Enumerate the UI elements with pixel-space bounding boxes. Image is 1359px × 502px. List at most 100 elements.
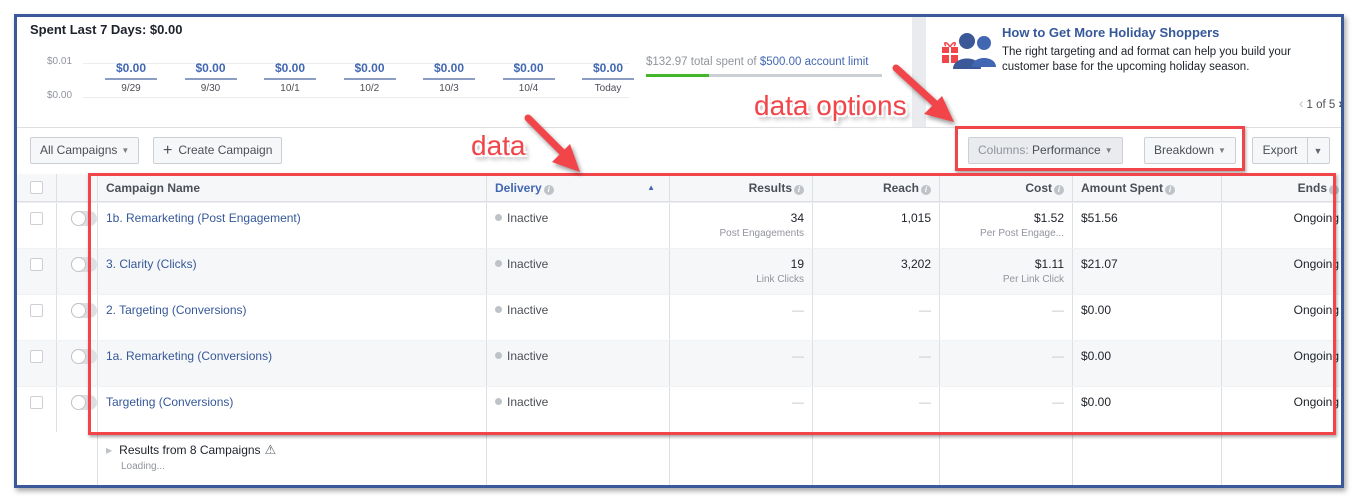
summary-expander[interactable]: ▶ Results from 8 Campaigns ⚠ [106, 442, 478, 458]
delivery-status: Inactive [507, 257, 549, 271]
ends-value: Ongoing [1293, 257, 1339, 271]
chevron-right-icon[interactable]: › [1338, 95, 1341, 111]
campaign-name-link[interactable]: 1a. Remarketing (Conversions) [106, 349, 272, 363]
bar [264, 78, 316, 80]
row-select-cell [17, 295, 57, 340]
delivery-status: Inactive [507, 211, 549, 225]
campaign-status-toggle[interactable] [71, 303, 97, 318]
campaign-status-toggle[interactable] [71, 395, 97, 410]
summary-empty-cell [17, 432, 57, 485]
delivery-cell: Inactive [487, 341, 670, 386]
status-dot-icon [495, 352, 502, 359]
bar-column[interactable]: $0.00 9/29 [101, 61, 161, 94]
row-select-cell [17, 249, 57, 294]
create-campaign-label: Create Campaign [178, 143, 273, 157]
row-toggle-cell [57, 341, 98, 386]
chevron-left-icon[interactable]: ‹ [1299, 95, 1304, 111]
row-checkbox[interactable] [30, 396, 43, 409]
bar-column[interactable]: $0.00 10/3 [419, 61, 479, 94]
campaign-status-toggle[interactable] [71, 349, 97, 364]
row-toggle-cell [57, 249, 98, 294]
bar-column[interactable]: $0.00 10/4 [499, 61, 559, 94]
gridline [83, 97, 629, 98]
header-ends[interactable]: Ends i [1222, 174, 1341, 201]
cost-cell: $1.11 Per Link Click [940, 249, 1073, 294]
spend-title: Spent Last 7 Days: $0.00 [30, 22, 183, 37]
campaign-status-toggle[interactable] [71, 211, 97, 226]
select-all-checkbox[interactable] [30, 181, 43, 194]
row-checkbox[interactable] [30, 350, 43, 363]
cost-type: Per Link Click [1002, 274, 1064, 285]
table-row[interactable]: 2. Targeting (Conversions) Inactive — — — $0.… [17, 295, 1341, 341]
status-dot-icon [495, 306, 502, 313]
info-icon[interactable]: i [794, 185, 804, 195]
expand-triangle-icon: ▶ [106, 446, 113, 455]
results-value: — [792, 395, 804, 409]
cost-value: $1.11 [1034, 257, 1064, 271]
caret-down-icon: ▼ [121, 146, 130, 155]
account-limit-link[interactable]: $500.00 account limit [760, 56, 869, 68]
delivery-cell: Inactive [487, 387, 670, 432]
caret-down-icon: ▼ [1218, 146, 1226, 155]
breakdown-dropdown[interactable]: Breakdown ▼ [1144, 137, 1236, 164]
promo-title[interactable]: How to Get More Holiday Shoppers [1002, 25, 1219, 40]
campaign-status-toggle[interactable] [71, 257, 97, 272]
header-reach[interactable]: Reach i [813, 174, 940, 201]
header-campaign-name[interactable]: Campaign Name [98, 174, 487, 201]
results-cell: 34 Post Engagements [670, 203, 813, 248]
campaign-name-cell: 1a. Remarketing (Conversions) [98, 341, 487, 386]
bar-column[interactable]: $0.00 9/30 [181, 61, 241, 94]
summary-name-cell: ▶ Results from 8 Campaigns ⚠ Loading... [98, 432, 487, 485]
header-amount-spent[interactable]: Amount Spent i [1073, 174, 1222, 201]
export-button[interactable]: Export [1253, 138, 1308, 163]
campaign-name-link[interactable]: 3. Clarity (Clicks) [106, 257, 197, 271]
bar-column[interactable]: $0.00 10/1 [260, 61, 320, 94]
table-row[interactable]: 1a. Remarketing (Conversions) Inactive — — —… [17, 341, 1341, 387]
bar-value-label: $0.00 [433, 61, 465, 75]
x-tick-label: 10/2 [359, 83, 380, 94]
header-cost[interactable]: Cost i [940, 174, 1073, 201]
delivery-status: Inactive [507, 303, 549, 317]
results-value: 34 [790, 211, 804, 225]
row-checkbox[interactable] [30, 212, 43, 225]
header-delivery[interactable]: Delivery i ▲ [487, 174, 670, 201]
columns-value: Performance [1032, 143, 1101, 157]
reach-value: 1,015 [900, 211, 931, 225]
bar-value-label: $0.00 [274, 61, 306, 75]
table-row[interactable]: Targeting (Conversions) Inactive — — — $0.00 O… [17, 387, 1341, 433]
info-icon[interactable]: i [1054, 185, 1064, 195]
summary-title: Results from 8 Campaigns [119, 443, 261, 457]
campaign-name-link[interactable]: Targeting (Conversions) [106, 395, 233, 409]
info-icon[interactable]: i [543, 185, 554, 195]
ends-cell: Ongoing [1222, 203, 1341, 248]
status-dot-icon [495, 214, 502, 221]
info-icon[interactable]: i [1165, 185, 1175, 195]
row-checkbox[interactable] [30, 258, 43, 271]
header-label: Results [748, 181, 792, 195]
info-icon[interactable]: i [1329, 185, 1339, 195]
all-campaigns-dropdown[interactable]: All Campaigns ▼ [30, 137, 140, 164]
columns-prefix: Columns: [978, 143, 1033, 157]
info-icon[interactable]: i [921, 185, 931, 195]
campaign-name-link[interactable]: 1b. Remarketing (Post Engagement) [106, 211, 301, 225]
amount-spent-cell: $0.00 [1073, 295, 1222, 340]
summary-cell [487, 432, 670, 485]
cost-value: — [1052, 303, 1064, 317]
export-menu-caret-icon[interactable]: ▼ [1308, 139, 1328, 164]
delivery-cell: Inactive [487, 295, 670, 340]
campaign-name-cell: 1b. Remarketing (Post Engagement) [98, 203, 487, 248]
ends-cell: Ongoing [1222, 249, 1341, 294]
table-row[interactable]: 1b. Remarketing (Post Engagement) Inactiv… [17, 203, 1341, 249]
row-checkbox[interactable] [30, 304, 43, 317]
amount-spent-value: $0.00 [1081, 395, 1112, 409]
columns-dropdown[interactable]: Columns: Performance ▼ [968, 137, 1123, 164]
table-row[interactable]: 3. Clarity (Clicks) Inactive 19 Link Clicks… [17, 249, 1341, 295]
create-campaign-button[interactable]: + Create Campaign [153, 137, 283, 164]
header-results[interactable]: Results i [670, 174, 813, 201]
campaign-name-link[interactable]: 2. Targeting (Conversions) [106, 303, 247, 317]
header-label: Cost [1025, 181, 1052, 195]
bar-column[interactable]: $0.00 10/2 [340, 61, 400, 94]
warning-icon[interactable]: ⚠ [265, 442, 277, 458]
results-value: 19 [790, 257, 804, 271]
bar-column[interactable]: $0.00 Today [578, 61, 638, 94]
